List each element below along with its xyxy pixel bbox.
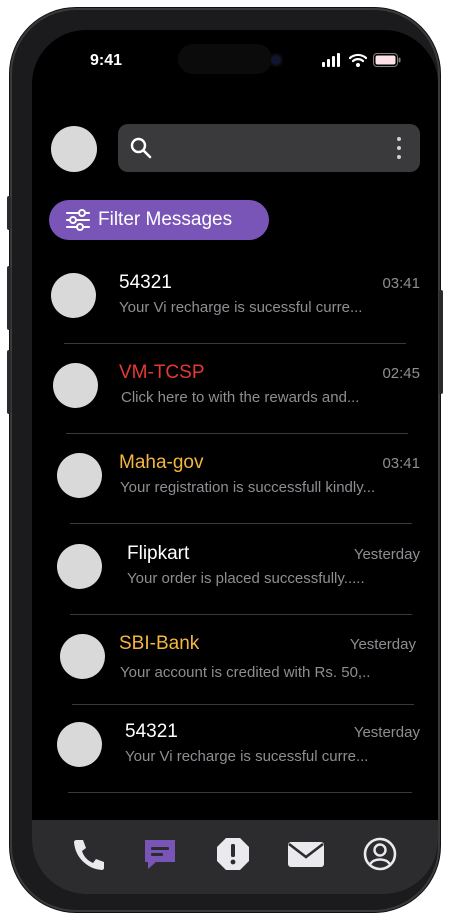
sender-avatar — [57, 453, 102, 498]
message-item[interactable]: VM-TCSP 02:45 Click here to with the rew… — [32, 352, 438, 442]
message-preview: Your account is credited with Rs. 50,.. — [120, 664, 371, 681]
nav-messages[interactable] — [138, 832, 182, 876]
message-time: Yesterday — [353, 724, 420, 741]
screen: 9:41 Filter Messages 54321 03:41 Your Vi… — [32, 30, 438, 894]
sender-avatar — [51, 273, 96, 318]
sender-name: Flipkart — [127, 543, 190, 564]
nav-mail[interactable] — [284, 832, 328, 876]
profile-icon — [363, 837, 397, 871]
message-preview: Your Vi recharge is sucessful curre... — [119, 299, 363, 316]
sender-avatar — [57, 722, 102, 767]
bottom-nav — [32, 820, 438, 894]
divider — [70, 614, 412, 615]
message-time: Yesterday — [353, 546, 420, 563]
wifi-icon — [349, 53, 367, 67]
message-item[interactable]: 54321 03:41 Your Vi recharge is sucessfu… — [32, 262, 438, 352]
search-icon — [130, 137, 152, 159]
message-preview: Your registration is successfull kindly.… — [120, 479, 376, 496]
message-item[interactable]: SBI-Bank Yesterday Your account is credi… — [32, 623, 438, 713]
filter-messages-label: Filter Messages — [98, 209, 233, 230]
user-avatar[interactable] — [51, 126, 97, 172]
phone-icon — [74, 840, 104, 870]
message-time: 02:45 — [382, 365, 420, 382]
message-time: 03:41 — [382, 455, 420, 472]
message-preview: Click here to with the rewards and... — [121, 389, 360, 406]
divider — [64, 343, 406, 344]
sender-name: 54321 — [125, 721, 178, 742]
message-preview: Your order is placed successfully..... — [127, 570, 365, 587]
message-item[interactable]: 54321 Yesterday Your Vi recharge is suce… — [32, 711, 438, 801]
message-preview: Your Vi recharge is sucessful curre... — [125, 748, 369, 765]
search-bar[interactable] — [118, 124, 420, 172]
sender-avatar — [53, 363, 98, 408]
divider — [66, 433, 408, 434]
phone-frame: 9:41 Filter Messages 54321 03:41 Your Vi… — [7, 8, 443, 912]
sender-avatar — [57, 544, 102, 589]
filter-sliders-icon — [66, 209, 90, 231]
dynamic-island — [178, 44, 272, 74]
sender-name: VM-TCSP — [119, 362, 205, 383]
sender-name: Maha-gov — [119, 452, 204, 473]
action-button — [7, 196, 11, 230]
message-item[interactable]: Maha-gov 03:41 Your registration is succ… — [32, 442, 438, 532]
message-time: 03:41 — [382, 275, 420, 292]
status-time: 9:41 — [90, 52, 123, 69]
alert-icon — [217, 838, 249, 870]
messages-icon — [145, 840, 175, 869]
mail-icon — [288, 842, 324, 867]
message-item[interactable]: Flipkart Yesterday Your order is placed … — [32, 533, 438, 623]
divider — [68, 792, 412, 793]
power-button — [439, 290, 443, 394]
more-options-icon[interactable] — [396, 135, 402, 161]
camera-icon — [271, 55, 281, 65]
divider — [72, 704, 414, 705]
nav-alerts[interactable] — [211, 832, 255, 876]
signal-icon — [322, 53, 340, 67]
volume-up-button — [7, 266, 11, 330]
filter-messages-button[interactable]: Filter Messages — [49, 200, 269, 240]
sender-avatar — [60, 634, 105, 679]
battery-icon — [373, 53, 401, 67]
nav-phone[interactable] — [67, 832, 111, 876]
divider — [70, 523, 412, 524]
nav-profile[interactable] — [358, 832, 402, 876]
volume-down-button — [7, 350, 11, 414]
sender-name: SBI-Bank — [119, 633, 200, 654]
message-time: Yesterday — [349, 636, 416, 653]
sender-name: 54321 — [119, 272, 172, 293]
